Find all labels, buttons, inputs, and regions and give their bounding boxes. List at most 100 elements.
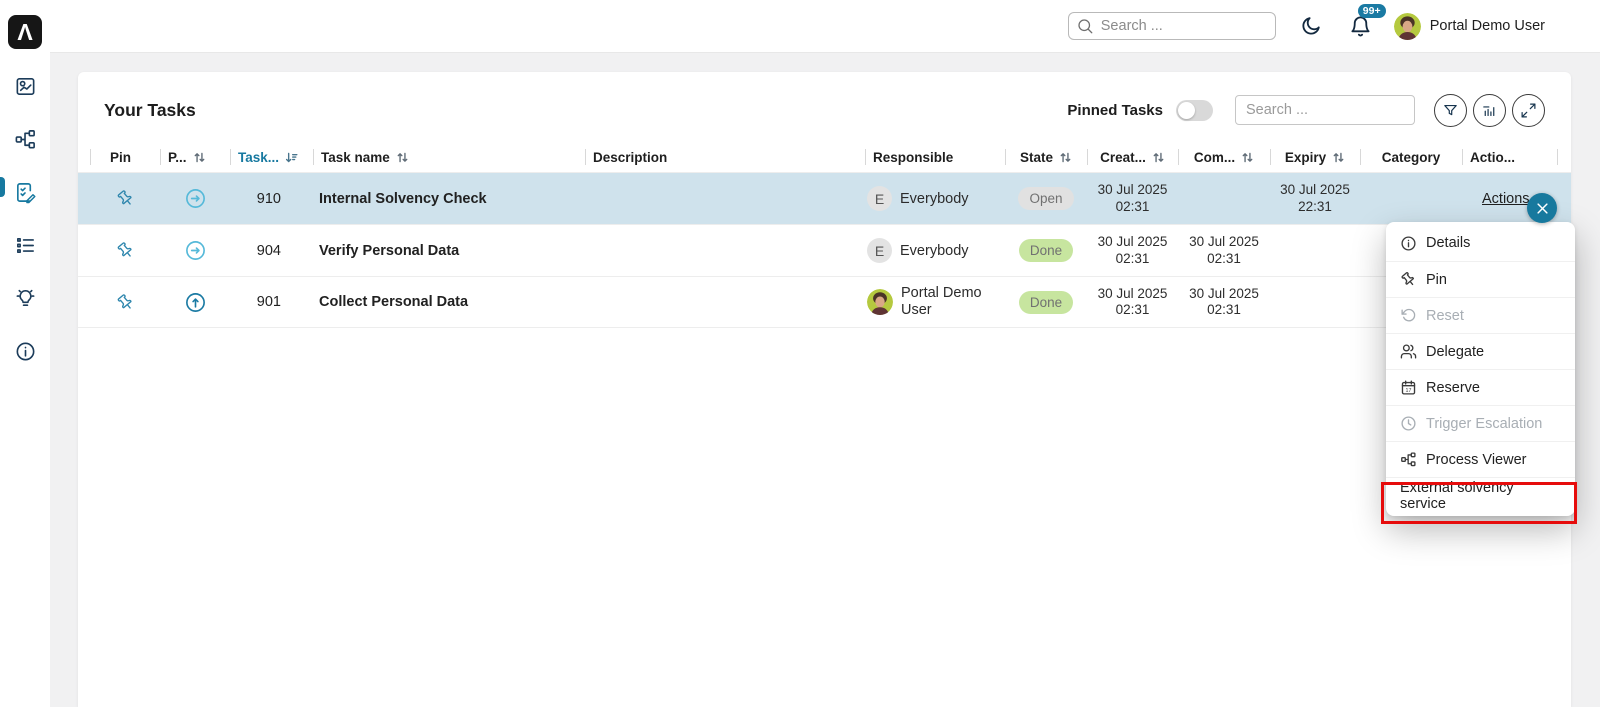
- main-content: Your Tasks Pinned Tasks Pin P... Task...: [50, 53, 1600, 707]
- cases-list-icon: [16, 237, 34, 253]
- dashboard-icon: [16, 77, 34, 95]
- sort-icon: [1060, 152, 1071, 162]
- responsible-name: Everybody: [900, 190, 969, 207]
- task-name: Verify Personal Data: [319, 242, 460, 259]
- page-title: Your Tasks: [104, 99, 196, 120]
- lightbulb-icon: [16, 289, 34, 306]
- responsible-name: Portal Demo User: [901, 285, 982, 318]
- responsible-cell: E Everybody: [865, 186, 1005, 211]
- toggle-knob: [1178, 101, 1195, 119]
- responsible-avatar: [867, 289, 893, 315]
- menu-item-pin[interactable]: Pin: [1386, 261, 1575, 297]
- sidebar-item-dashboard[interactable]: [13, 74, 37, 98]
- task-actions-menu: Details Pin Reset Delegate 17 Reserve Tr…: [1386, 222, 1575, 516]
- priority-normal-icon: [185, 189, 205, 208]
- state-badge: Done: [1018, 290, 1074, 314]
- menu-item-reset: Reset: [1386, 297, 1575, 333]
- tasks-search: [1235, 95, 1415, 125]
- priority-normal-icon: [185, 241, 205, 260]
- sidebar-item-processes[interactable]: [13, 127, 37, 151]
- responsible-initial-avatar: E: [867, 238, 892, 263]
- task-number: 910: [256, 190, 281, 207]
- task-number: 901: [256, 294, 281, 310]
- column-header-pin: Pin: [90, 142, 160, 172]
- sidebar-item-info[interactable]: [13, 339, 37, 363]
- task-name: Internal Solvency Check: [319, 190, 487, 207]
- close-icon: [1536, 202, 1548, 214]
- filter-funnel-icon: [1444, 104, 1457, 115]
- reserve-calendar-icon: 17: [1401, 380, 1416, 395]
- sidebar-item-announcements[interactable]: [13, 286, 37, 310]
- search-icon: [1078, 19, 1093, 34]
- column-header-created[interactable]: Creat...: [1087, 142, 1178, 172]
- app-logo[interactable]: Λ: [8, 15, 42, 49]
- pinned-tasks-toggle[interactable]: [1176, 99, 1213, 121]
- completed-date: 30 Jul 2025 02:31: [1189, 285, 1259, 317]
- column-header-expiry[interactable]: Expiry: [1270, 142, 1360, 172]
- bar-chart-icon: [1483, 105, 1495, 116]
- state-badge: Done: [1018, 239, 1074, 262]
- avatar-photo: [1393, 12, 1421, 40]
- notification-count-badge: 99+: [1357, 3, 1386, 18]
- filter-button[interactable]: [1434, 93, 1467, 127]
- column-header-priority[interactable]: P...: [160, 142, 230, 172]
- menu-item-details[interactable]: Details: [1386, 225, 1575, 261]
- expiry-date: 30 Jul 2025 22:31: [1280, 182, 1350, 214]
- sidebar-item-cases[interactable]: [13, 233, 37, 257]
- task-number: 904: [256, 242, 281, 259]
- menu-item-external-solvency-service[interactable]: External solvency service: [1386, 477, 1575, 513]
- sidebar-item-tasks[interactable]: [13, 180, 37, 204]
- actions-link[interactable]: Actions: [1482, 191, 1530, 207]
- menu-item-process-viewer[interactable]: Process Viewer: [1386, 441, 1575, 477]
- responsible-initial-avatar: E: [867, 186, 892, 211]
- user-avatar[interactable]: [1393, 12, 1421, 40]
- sort-icon: [397, 152, 408, 162]
- priority-high-icon: [185, 292, 205, 312]
- task-row[interactable]: 904 Verify Personal Data E Everybody Don…: [78, 224, 1571, 276]
- global-search-input[interactable]: [1067, 12, 1276, 40]
- column-header-category: Category: [1360, 142, 1462, 172]
- tasks-search-input[interactable]: [1235, 95, 1415, 125]
- sort-icon: [1242, 152, 1253, 162]
- details-info-icon: [1401, 235, 1416, 251]
- column-header-actions: Actio...: [1462, 142, 1558, 172]
- menu-item-trigger-escalation: Trigger Escalation: [1386, 405, 1575, 441]
- pin-icon[interactable]: [116, 241, 135, 260]
- process-icon: [15, 129, 35, 148]
- pin-icon[interactable]: [116, 189, 135, 208]
- task-row[interactable]: 910 Internal Solvency Check E Everybody …: [78, 172, 1571, 224]
- column-header-state[interactable]: State: [1005, 142, 1087, 172]
- active-item-indicator: [0, 177, 5, 197]
- close-menu-button[interactable]: [1527, 193, 1557, 223]
- responsible-cell: Portal Demo User: [865, 285, 1005, 318]
- user-name: Portal Demo User: [1429, 18, 1545, 34]
- process-viewer-icon: [1401, 452, 1416, 467]
- moon-icon: [1302, 17, 1320, 35]
- sort-icon: [1153, 152, 1164, 162]
- expand-button[interactable]: [1512, 93, 1545, 127]
- state-badge: Open: [1018, 187, 1074, 210]
- statistics-button[interactable]: [1473, 93, 1506, 127]
- maximize-icon: [1521, 103, 1536, 117]
- tasks-icon: [16, 182, 36, 203]
- column-header-task-number[interactable]: Task...: [230, 142, 313, 172]
- responsible-cell: E Everybody: [865, 238, 1005, 263]
- pin-icon[interactable]: [116, 293, 135, 312]
- menu-item-reserve[interactable]: 17 Reserve: [1386, 369, 1575, 405]
- pin-icon: [1401, 272, 1415, 286]
- task-row[interactable]: 901 Collect Personal Data Portal Demo Us…: [78, 276, 1571, 328]
- avatar-photo: [867, 289, 893, 315]
- created-date: 30 Jul 2025 02:31: [1097, 182, 1168, 214]
- sort-descending-icon: [285, 152, 298, 162]
- column-header-task-name[interactable]: Task name: [313, 142, 585, 172]
- column-header-responsible: Responsible: [865, 142, 1005, 172]
- dark-mode-toggle[interactable]: [1300, 15, 1322, 37]
- global-search: [1067, 12, 1276, 40]
- reset-icon: [1401, 308, 1416, 322]
- sort-icon: [194, 152, 204, 162]
- menu-item-delegate[interactable]: Delegate: [1386, 333, 1575, 369]
- notifications-button[interactable]: 99+: [1349, 3, 1386, 38]
- completed-date: 30 Jul 2025 02:31: [1189, 234, 1259, 266]
- column-header-completed[interactable]: Com...: [1178, 142, 1270, 172]
- created-date: 30 Jul 2025 02:31: [1097, 234, 1168, 266]
